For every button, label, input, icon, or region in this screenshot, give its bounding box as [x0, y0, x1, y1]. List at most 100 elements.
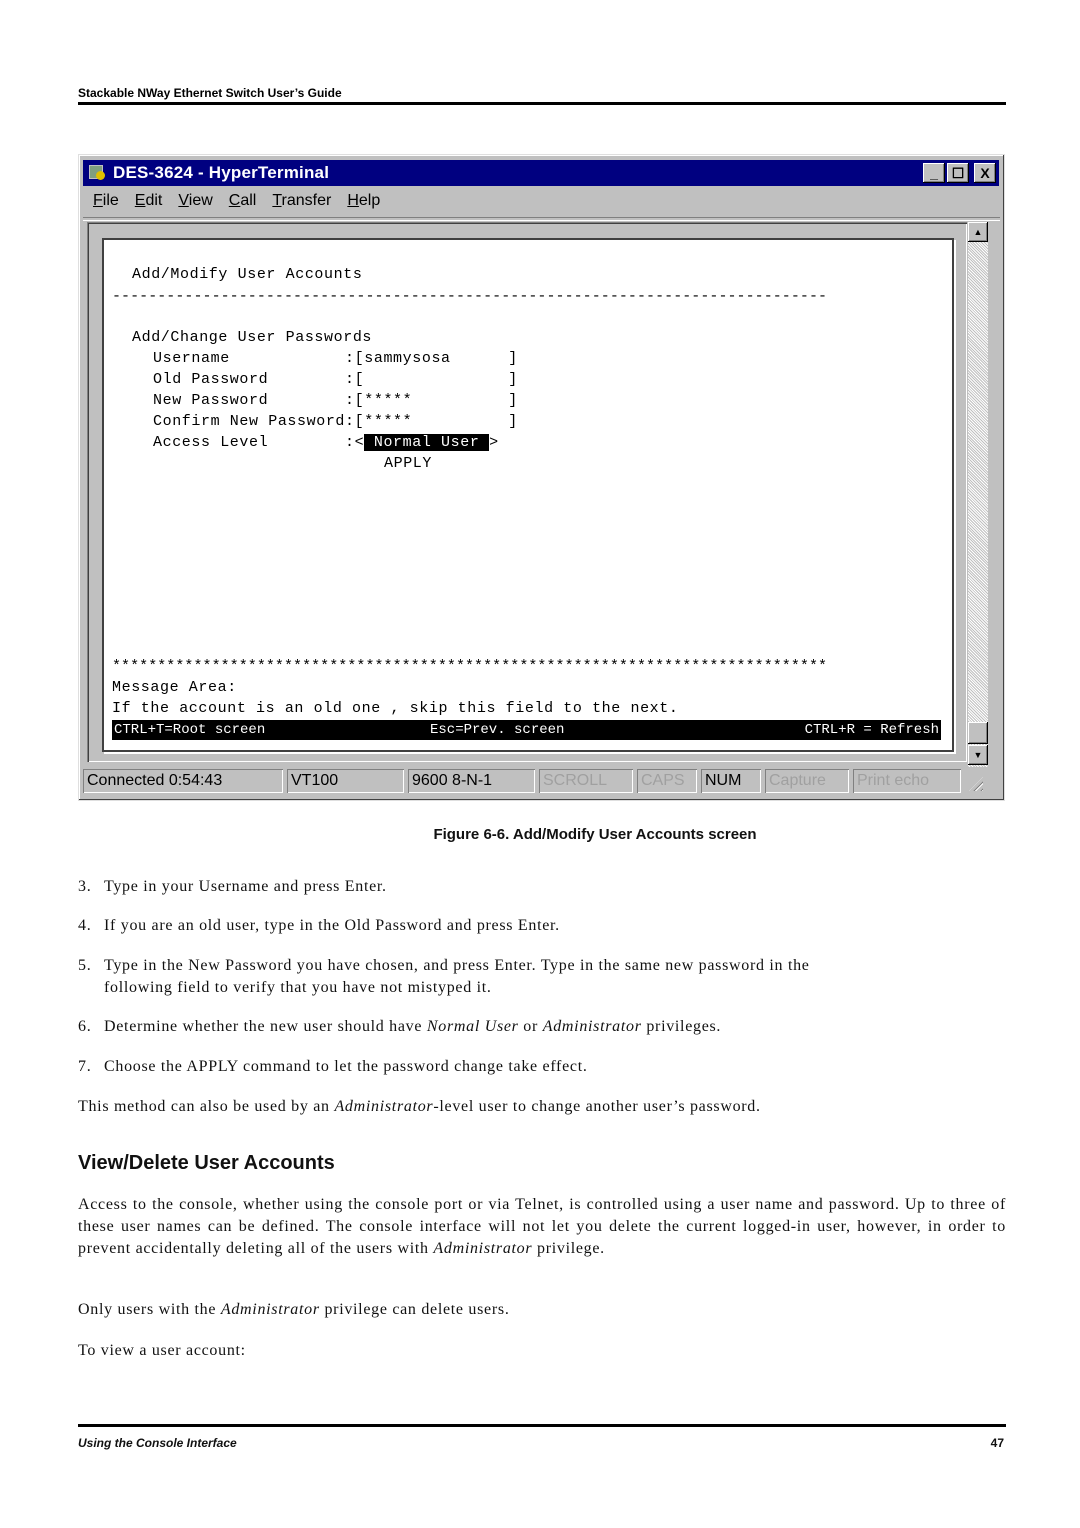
username-field[interactable]: Username :[sammysosa ]: [153, 350, 518, 368]
header-rule: [78, 102, 1006, 105]
field-label: New Password: [153, 392, 346, 409]
step-text: If you are an old user, type in the Old …: [104, 917, 560, 934]
menu-file[interactable]: File: [85, 190, 127, 214]
minimize-button[interactable]: _: [923, 163, 945, 183]
section-title: Add/Change User Passwords: [132, 329, 373, 346]
resize-grip-icon[interactable]: [965, 769, 985, 793]
admin-only-paragraph: Only users with the Administrator privil…: [78, 1299, 1006, 1321]
menu-label: ransfer: [281, 192, 332, 209]
message-text: If the account is an old one , skip this…: [112, 700, 679, 717]
new-password-value[interactable]: *****: [364, 392, 412, 409]
hotkey-root-screen: CTRL+T=Root screen: [114, 722, 266, 738]
access-level-field[interactable]: Access Level :< Normal User >: [153, 434, 499, 452]
chevron-right-icon[interactable]: >: [489, 434, 499, 451]
hyperterminal-window: DES-3624 - HyperTerminal _ ☐ X File Edit…: [78, 154, 1005, 801]
title-bar[interactable]: DES-3624 - HyperTerminal _ ☐ X: [83, 160, 999, 186]
scroll-up-button[interactable]: ▲: [968, 222, 988, 242]
apply-button[interactable]: APPLY: [384, 455, 432, 473]
footer-section-title: Using the Console Interface: [78, 1436, 237, 1450]
menu-mnemonic: T: [272, 192, 282, 209]
para-text: This method can also be used by an: [78, 1098, 335, 1115]
message-area-label: Message Area:: [112, 679, 237, 696]
arrow-down-icon: ▼: [973, 750, 983, 760]
terminal-screen[interactable]: Add/Modify User Accounts ---------------…: [102, 238, 954, 752]
emphasis-administrator: Administrator: [542, 1018, 642, 1035]
field-close-bracket: ]: [508, 392, 518, 409]
menu-view[interactable]: View: [170, 190, 220, 214]
field-close-bracket: ]: [508, 350, 518, 367]
status-emulation: VT100: [287, 769, 404, 793]
step-text: privileges.: [641, 1018, 722, 1035]
vertical-scrollbar[interactable]: ▲ ▼: [968, 222, 988, 767]
emphasis-administrator: Administrator: [220, 1301, 320, 1318]
status-port-settings: 9600 8-N-1: [408, 769, 535, 793]
step-text-continued: following field to verify that you have …: [104, 979, 492, 996]
confirm-password-value[interactable]: *****: [364, 413, 412, 430]
old-password-field[interactable]: Old Password :[ ]: [153, 371, 518, 389]
emphasis-administrator: Administrator: [433, 1240, 533, 1257]
field-separator: :: [345, 371, 355, 388]
running-header: Stackable NWay Ethernet Switch User’s Gu…: [78, 86, 342, 100]
menu-call[interactable]: Call: [221, 190, 265, 214]
field-close-bracket: ]: [508, 413, 518, 430]
step-number: 5.: [78, 957, 92, 974]
status-caps: CAPS: [637, 769, 697, 793]
step-number: 4.: [78, 917, 92, 934]
menu-help[interactable]: Help: [339, 190, 388, 214]
close-icon: X: [980, 165, 990, 181]
window-title: DES-3624 - HyperTerminal: [113, 163, 330, 182]
field-padding: [451, 350, 509, 367]
dash-rule: ----------------------------------------…: [112, 288, 828, 305]
close-button[interactable]: X: [974, 163, 996, 183]
maximize-button[interactable]: ☐: [947, 163, 969, 183]
status-scroll: SCROLL: [539, 769, 633, 793]
terminal-frame: Add/Modify User Accounts ---------------…: [87, 222, 967, 762]
chevron-left-icon[interactable]: <: [355, 434, 365, 451]
menu-transfer[interactable]: Transfer: [264, 190, 339, 214]
field-open-bracket: [: [354, 392, 365, 409]
step-text: Type in your Username and press Enter.: [104, 878, 387, 895]
section-heading: View/Delete User Accounts: [78, 1152, 335, 1174]
menu-edit[interactable]: Edit: [127, 190, 171, 214]
menu-label: dit: [145, 192, 163, 209]
field-close-bracket: ]: [508, 371, 518, 388]
step-6: 6. Determine whether the new user should …: [78, 1016, 1006, 1038]
para-text: privilege.: [532, 1240, 605, 1257]
menu-mnemonic: H: [347, 192, 359, 209]
field-separator: :: [345, 392, 355, 409]
step-text: Choose the APPLY command to let the pass…: [104, 1058, 588, 1075]
menu-bar: File Edit View Call Transfer Help: [85, 190, 388, 214]
field-open-bracket: [: [354, 371, 365, 388]
scroll-down-button[interactable]: ▼: [968, 745, 988, 765]
menu-mnemonic: F: [93, 192, 103, 209]
step-text: Type in the New Password you have chosen…: [104, 957, 810, 974]
step-3: 3. Type in your Username and press Enter.: [78, 876, 1006, 898]
new-password-field[interactable]: New Password :[***** ]: [153, 392, 518, 410]
field-separator: :: [345, 413, 355, 430]
menu-mnemonic: E: [134, 192, 146, 209]
status-bar: Connected 0:54:43 VT100 9600 8-N-1 SCROL…: [83, 769, 1000, 795]
field-label: Access Level: [153, 434, 346, 451]
method-note: This method can also be used by an Admin…: [78, 1096, 1006, 1118]
hotkey-bar: CTRL+T=Root screen Esc=Prev. screen CTRL…: [112, 720, 941, 740]
star-rule: ****************************************…: [112, 658, 828, 675]
scroll-thumb[interactable]: [968, 722, 988, 744]
para-text: privilege can delete users.: [319, 1301, 510, 1318]
menu-label: ile: [102, 192, 119, 209]
menu-mnemonic: V: [178, 192, 189, 209]
para-text: -level user to change another user’s pas…: [433, 1098, 761, 1115]
access-paragraph: Access to the console, whether using the…: [78, 1194, 1006, 1260]
field-label: Confirm New Password: [153, 413, 346, 430]
access-level-value[interactable]: Normal User: [364, 434, 490, 451]
hyperterminal-icon[interactable]: [87, 164, 107, 182]
minimize-icon: _: [930, 165, 938, 181]
field-padding: [412, 392, 508, 409]
field-open-bracket: [: [354, 413, 365, 430]
confirm-password-field[interactable]: Confirm New Password:[***** ]: [153, 413, 518, 431]
hotkey-prev-screen: Esc=Prev. screen: [430, 722, 565, 738]
username-value[interactable]: sammysosa: [364, 350, 450, 367]
hotkey-refresh: CTRL+R = Refresh: [804, 722, 939, 738]
view-account-intro: To view a user account:: [78, 1342, 246, 1359]
field-label: Username: [153, 350, 346, 367]
field-separator: :: [345, 350, 355, 367]
